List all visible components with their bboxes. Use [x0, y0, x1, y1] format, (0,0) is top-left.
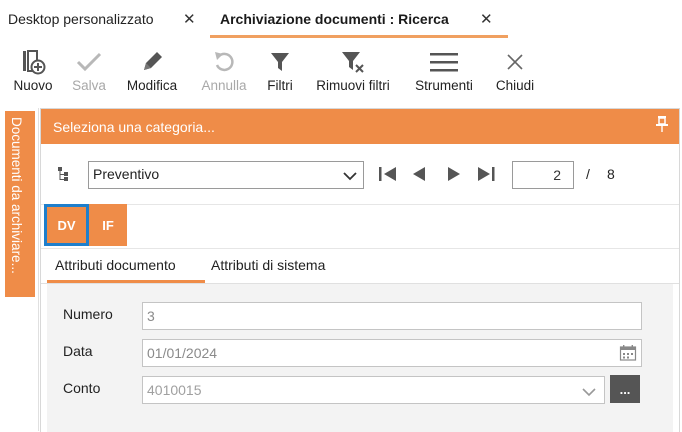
category-select[interactable]: Preventivo [88, 161, 364, 189]
attribute-tabs: Attributi documento Attributi di sistema [41, 249, 679, 284]
nuovo-label: Nuovo [13, 78, 53, 93]
toolbar: Nuovo Salva Modifica Annulla Filtri Rimu… [0, 38, 682, 100]
conto-value: 4010015 [147, 382, 202, 398]
page-separator: / [586, 166, 590, 182]
calendar-icon[interactable] [619, 344, 637, 367]
filtri-label: Filtri [267, 78, 293, 93]
divider [38, 108, 39, 431]
strumenti-button[interactable]: Strumenti [409, 38, 479, 100]
tab-label: Desktop personalizzato [8, 11, 154, 27]
attributes-form: Numero 3 Data 01/01/2024 Conto 4010015 .… [47, 284, 673, 432]
prev-page-icon[interactable] [411, 166, 427, 187]
rimuovi-filtri-label: Rimuovi filtri [316, 78, 390, 93]
close-icon[interactable]: ✕ [480, 10, 493, 28]
page-total: 8 [607, 166, 615, 182]
numero-value: 3 [147, 308, 155, 324]
category-value: Preventivo [93, 166, 160, 182]
new-document-icon [13, 48, 53, 76]
next-page-icon[interactable] [446, 166, 462, 187]
pencil-icon [132, 48, 172, 76]
document-type-row: DV IF [41, 204, 679, 249]
tree-icon[interactable] [57, 166, 71, 189]
data-value: 01/01/2024 [147, 345, 218, 361]
remove-filter-icon [333, 48, 373, 76]
chiudi-button[interactable]: Chiudi [490, 38, 540, 100]
category-row: Preventivo 2 / 8 [41, 144, 679, 205]
category-panel: Seleziona una categoria... Preventivo 2 [40, 108, 680, 432]
data-label: Data [63, 343, 93, 359]
chevron-down-icon [582, 384, 596, 402]
undo-icon [204, 48, 244, 76]
panel-title: Seleziona una categoria... [53, 119, 215, 135]
salva-button[interactable]: Salva [66, 38, 112, 100]
data-field[interactable]: 01/01/2024 [142, 339, 642, 367]
tab-archiviazione-ricerca[interactable]: Archiviazione documenti : Ricerca ✕ [210, 0, 510, 38]
doc-type-dv-label: DV [57, 217, 76, 233]
close-icon [495, 48, 535, 76]
active-subtab-indicator [47, 280, 205, 283]
doc-type-if-button[interactable]: IF [89, 204, 127, 246]
strumenti-label: Strumenti [415, 78, 473, 93]
panel-header: Seleziona una categoria... [41, 109, 679, 144]
tab-label: Archiviazione documenti : Ricerca [220, 11, 449, 27]
lookup-label: ... [619, 381, 631, 397]
annulla-button[interactable]: Annulla [195, 38, 253, 100]
side-tab-label: Documenti da archiviare... [9, 117, 24, 274]
first-page-icon[interactable] [378, 166, 398, 187]
pin-icon[interactable] [655, 115, 669, 138]
filtri-button[interactable]: Filtri [262, 38, 298, 100]
close-icon[interactable]: ✕ [183, 10, 196, 28]
side-tab-documenti-da-archiviare[interactable]: Documenti da archiviare... [5, 111, 35, 297]
check-icon [69, 48, 109, 76]
chiudi-label: Chiudi [495, 78, 535, 93]
tab-attributi-di-sistema[interactable]: Attributi di sistema [211, 257, 325, 273]
last-page-icon[interactable] [476, 166, 496, 187]
tab-desktop-personalizzato[interactable]: Desktop personalizzato ✕ [8, 0, 208, 38]
chevron-down-icon [343, 168, 357, 186]
modifica-button[interactable]: Modifica [120, 38, 184, 100]
rimuovi-filtri-button[interactable]: Rimuovi filtri [308, 38, 398, 100]
tab-attributi-documento[interactable]: Attributi documento [55, 257, 176, 273]
numero-label: Numero [63, 306, 113, 322]
filter-icon [260, 48, 300, 76]
document-tab-bar: Desktop personalizzato ✕ Archiviazione d… [0, 0, 682, 38]
conto-label: Conto [63, 380, 101, 396]
annulla-label: Annulla [201, 78, 247, 93]
page-current-value: 2 [553, 167, 561, 183]
salva-label: Salva [72, 78, 106, 93]
doc-type-if-label: IF [102, 217, 114, 233]
conto-select[interactable]: 4010015 [142, 376, 605, 404]
menu-icon [424, 48, 464, 76]
numero-field[interactable]: 3 [142, 302, 642, 330]
conto-lookup-button[interactable]: ... [610, 375, 640, 403]
nuovo-button[interactable]: Nuovo [6, 38, 60, 100]
modifica-label: Modifica [126, 78, 178, 93]
doc-type-dv-button[interactable]: DV [44, 204, 89, 246]
page-number-input[interactable]: 2 [512, 161, 574, 189]
